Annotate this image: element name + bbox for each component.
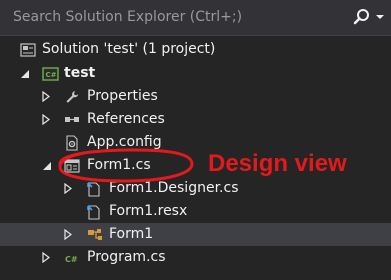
search-input[interactable]: Search Solution Explorer (Ctrl+;) (13, 9, 242, 25)
tree-item-label: App.config (87, 134, 162, 150)
tree-item-label: Form1.cs (87, 157, 151, 173)
svg-text:C#: C# (46, 71, 57, 79)
tree-item-form1-designer[interactable]: Form1.Designer.cs (0, 177, 391, 200)
collapsed-arrow-icon[interactable] (64, 183, 72, 194)
tree-item-label: References (87, 111, 165, 127)
tree-item-label: Form1 (109, 226, 154, 242)
svg-text:C#: C# (65, 255, 78, 264)
collapsed-arrow-icon[interactable] (64, 229, 72, 240)
tree-item-label: Form1.resx (109, 203, 188, 219)
tree-item-form1-resx[interactable]: Form1.resx (0, 200, 391, 223)
config-file-icon (64, 135, 80, 151)
cs-file-icon (86, 181, 102, 197)
tree-item-program-cs[interactable]: C# Program.cs (0, 246, 391, 269)
expanded-arrow-icon[interactable] (42, 161, 52, 171)
tree-item-solution[interactable]: Solution 'test' (1 project) (0, 38, 391, 61)
tree-item-form1-class[interactable]: Form1 (0, 223, 391, 246)
wrench-icon (64, 89, 80, 105)
search-icon (353, 9, 384, 25)
search-bar[interactable]: Search Solution Explorer (Ctrl+;) (0, 0, 391, 36)
search-button[interactable] (350, 6, 388, 30)
solution-icon (20, 42, 36, 58)
tree-item-label: Solution 'test' (1 project) (42, 41, 216, 57)
collapsed-arrow-icon[interactable] (42, 91, 50, 102)
annotation-label: Design view (208, 150, 347, 177)
tree-item-label: test (64, 65, 96, 81)
tree-item-label: Properties (87, 88, 158, 104)
class-icon (86, 227, 104, 243)
tree-item-label: Program.cs (87, 249, 166, 265)
form-icon (64, 158, 80, 174)
collapsed-arrow-icon[interactable] (42, 114, 50, 125)
tree-item-properties[interactable]: Properties (0, 85, 391, 108)
csharp-file-icon: C# (64, 250, 82, 266)
collapsed-arrow-icon[interactable] (42, 252, 50, 263)
tree-item-references[interactable]: References (0, 108, 391, 131)
tree-item-project[interactable]: C# test (0, 62, 391, 85)
resx-file-icon (86, 204, 102, 220)
solution-explorer: Search Solution Explorer (Ctrl+;) Soluti… (0, 0, 391, 280)
references-icon (64, 112, 82, 128)
csharp-project-icon: C# (42, 66, 60, 82)
expanded-arrow-icon[interactable] (20, 69, 30, 79)
tree-item-label: Form1.Designer.cs (109, 180, 239, 196)
